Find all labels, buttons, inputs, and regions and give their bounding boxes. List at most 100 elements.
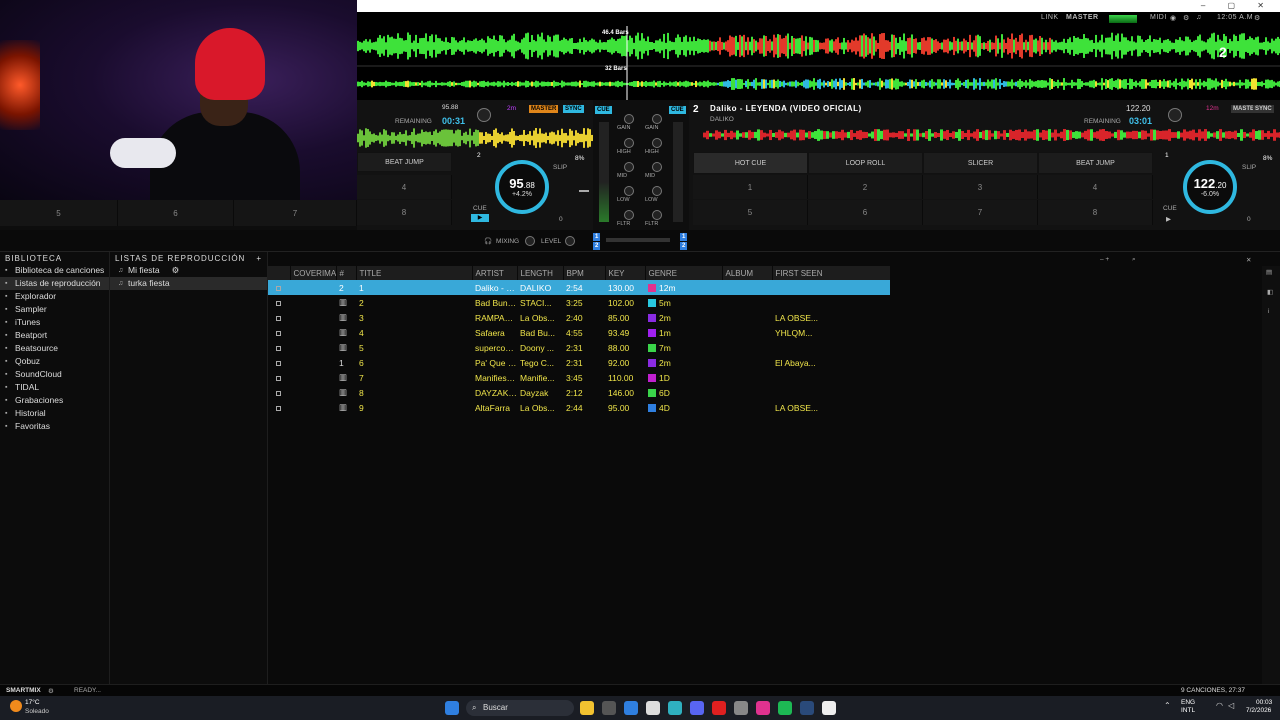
fx-left-1[interactable]: 1 <box>593 233 601 241</box>
sidebar-item-itunes[interactable]: ▪ iTunes <box>0 316 109 329</box>
sidebar-item-grabaciones[interactable]: ▪ Grabaciones <box>0 394 109 407</box>
eq-fltr-knob-2[interactable] <box>652 210 662 220</box>
deck2-jog-wheel[interactable]: 122.20 -6.0% <box>1183 160 1237 214</box>
mixer-cue-right[interactable]: CUE <box>669 106 686 114</box>
deck2-pad-4[interactable]: 4 <box>1038 175 1153 199</box>
row-checkbox[interactable] <box>276 300 281 306</box>
deck2-mode-loop-roll[interactable]: LOOP ROLL <box>808 152 923 174</box>
store-icon[interactable] <box>602 701 616 715</box>
deck1-pad-5[interactable]: 5 <box>0 200 118 226</box>
table-row[interactable]: ▥ 5 supercogelona (Video Ofi...Doony ... 2:… <box>268 340 890 355</box>
deck1-pad-7[interactable]: 7 <box>234 200 357 226</box>
deck2-pad-8[interactable]: 8 <box>1038 200 1153 225</box>
record-icon[interactable]: ◉ <box>1170 14 1177 22</box>
column-header-title[interactable]: TITLE <box>356 266 473 280</box>
tray-chevron-icon[interactable]: ⌃ <box>1164 701 1171 710</box>
sampler-side-icon[interactable]: ▤ <box>1266 268 1272 276</box>
sidebar-item-qobuz[interactable]: ▪ Qobuz <box>0 355 109 368</box>
sidebar-item-favoritas[interactable]: ▪ Favoritas <box>0 420 109 433</box>
column-header-album[interactable]: ALBUM <box>722 266 773 280</box>
sidebar-item-sampler[interactable]: ▪ Sampler <box>0 303 109 316</box>
deck1-pad-mode[interactable]: BEAT JUMP <box>357 152 452 172</box>
wifi-icon[interactable]: ◠ <box>1216 701 1223 710</box>
close-panel-button[interactable]: ✕ <box>1246 256 1251 264</box>
sidebar-item-explorador[interactable]: ▪ Explorador <box>0 290 109 303</box>
sidebar-item-beatsource[interactable]: ▪ Beatsource <box>0 342 109 355</box>
deck2-slip-button[interactable]: SLIP <box>1242 164 1256 171</box>
playlist-item[interactable]: ♫ turka fiesta <box>110 277 267 290</box>
steam-icon[interactable] <box>800 701 814 715</box>
windows-start-icon[interactable] <box>445 701 459 715</box>
headphones-icon[interactable]: 🎧 <box>484 237 492 245</box>
deck1-pad-6[interactable]: 6 <box>118 200 234 226</box>
deck2-pad-5[interactable]: 5 <box>693 200 808 225</box>
table-row[interactable]: ▥4SafaeraBad Bu...4:5593.491mYHLQM...vie… <box>268 325 890 340</box>
fx-left-2[interactable]: 2 <box>593 242 601 250</box>
row-checkbox[interactable] <box>276 375 281 381</box>
deck2-pad-7[interactable]: 7 <box>923 200 1038 225</box>
table-row[interactable]: ▥ 3 RAMPAMPAMPAMLa Obs... 2:40 85.00 2m LA OBS… <box>268 310 890 325</box>
sidebar-item-soundcloud[interactable]: ▪ SoundCloud <box>0 368 109 381</box>
tiktok-icon[interactable] <box>756 701 770 715</box>
deck1-sync-button[interactable]: SYNC <box>563 105 584 113</box>
sidebar-item-tidal[interactable]: ▪ TIDAL <box>0 381 109 394</box>
column-header-key[interactable]: KEY <box>605 266 646 280</box>
table-row[interactable]: 21Daliko - LEYENDA (VIDEO...DALIKO2:5413… <box>268 280 890 295</box>
virtualdj-icon[interactable] <box>822 701 836 715</box>
eq-low-knob-1[interactable] <box>624 186 634 196</box>
mixing-knob[interactable] <box>525 236 535 246</box>
language-indicator[interactable]: ENG <box>1181 699 1195 706</box>
row-checkbox[interactable] <box>276 360 281 366</box>
deck2-play-button[interactable]: ▶ <box>1166 215 1171 223</box>
column-header-coverima[interactable]: COVERIMA <box>290 266 337 280</box>
sidebar-item-beatport[interactable]: ▪ Beatport <box>0 329 109 342</box>
row-checkbox[interactable] <box>276 405 281 411</box>
row-checkbox[interactable] <box>276 315 281 321</box>
deck1-slip-button[interactable]: SLIP <box>553 164 567 171</box>
deck2-loop-size[interactable]: 1 <box>1165 152 1169 159</box>
deck1-jog-wheel[interactable]: 95.88 +4.2% <box>495 160 549 214</box>
deck2-channel-fader[interactable] <box>673 122 683 222</box>
deck2-pad-6[interactable]: 6 <box>808 200 923 225</box>
deck2-mode-hot-cue[interactable]: HOT CUE <box>693 152 808 174</box>
search-icon[interactable]: ⌕ <box>1132 256 1136 264</box>
smartmix-label[interactable]: SMARTMIX <box>6 687 41 694</box>
taskbar-search[interactable]: ⌕ Buscar <box>466 700 574 716</box>
row-checkbox[interactable] <box>276 345 281 351</box>
column-header--[interactable]: # <box>336 266 357 280</box>
taskbar-clock[interactable]: 00:03 <box>1256 699 1272 706</box>
playlist-settings-icon[interactable]: ⚙ <box>172 264 180 277</box>
eq-mid-knob-1[interactable] <box>624 162 634 172</box>
weather-icon[interactable] <box>10 700 22 712</box>
column-header-genre[interactable]: GENRE <box>645 266 723 280</box>
row-checkbox[interactable] <box>276 330 281 336</box>
column-header-artist[interactable]: ARTIST <box>472 266 518 280</box>
level-knob[interactable] <box>565 236 575 246</box>
add-playlist-button[interactable]: + <box>256 254 262 263</box>
info-side-icon[interactable]: ◧ <box>1267 288 1273 296</box>
row-checkbox[interactable] <box>276 285 281 291</box>
table-row[interactable]: ▥ 2 Bad Bunny - EoO (Video L...STACI... 3:2… <box>268 295 890 310</box>
eq-low-knob-2[interactable] <box>652 186 662 196</box>
eq-gain-knob-2[interactable] <box>652 114 662 124</box>
deck2-pad-2[interactable]: 2 <box>808 175 923 199</box>
eq-mid-knob-2[interactable] <box>652 162 662 172</box>
deck2-pad-1[interactable]: 1 <box>693 175 808 199</box>
fx-right-2[interactable]: 2 <box>680 242 688 250</box>
table-row[interactable]: ▥ 8 DAYZAK - FALSAS PROM...Dayzak 2:12 146.0… <box>268 385 890 400</box>
deck1-channel-fader[interactable] <box>599 122 609 222</box>
file-explorer-icon[interactable] <box>580 701 594 715</box>
deck2-gain-knob[interactable] <box>1168 108 1182 122</box>
column-header-length[interactable]: LENGTH <box>517 266 564 280</box>
edge-icon[interactable] <box>668 701 682 715</box>
sidebar-item-historial[interactable]: ▪ Historial <box>0 407 109 420</box>
broadcast-icon[interactable]: ⚙ <box>1183 14 1190 22</box>
eq-high-knob-1[interactable] <box>624 138 634 148</box>
eq-high-knob-2[interactable] <box>652 138 662 148</box>
youtube-icon[interactable] <box>712 701 726 715</box>
fx-right-1[interactable]: 1 <box>680 233 688 241</box>
deck1-loop-size[interactable]: 2 <box>477 152 481 159</box>
crossfader[interactable] <box>606 238 670 242</box>
table-row[interactable]: 1 6 Pa' Que RetozenTego C... 2:31 92.00 2m El … <box>268 355 890 370</box>
settings-icon[interactable] <box>734 701 748 715</box>
